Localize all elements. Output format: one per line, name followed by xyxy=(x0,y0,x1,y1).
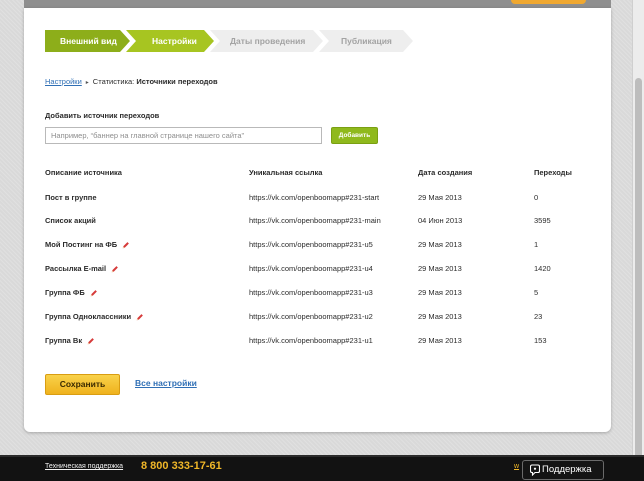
pencil-icon[interactable] xyxy=(111,265,119,273)
column-header-date: Дата создания xyxy=(418,168,473,177)
footer-divider xyxy=(0,455,644,457)
save-button[interactable]: Сохранить xyxy=(45,374,120,395)
chat-bubble-icon xyxy=(530,464,540,476)
source-hits: 153 xyxy=(534,336,547,345)
source-name: Список акций xyxy=(45,216,96,225)
footer-link-fragment[interactable]: w xyxy=(514,463,519,470)
source-hits: 0 xyxy=(534,193,539,202)
pencil-icon[interactable] xyxy=(90,289,98,297)
step-label: Публикация xyxy=(341,36,392,46)
source-name: Группа Вк xyxy=(45,336,95,345)
step-label: Внешний вид xyxy=(60,36,117,46)
support-button-label: Поддержка xyxy=(542,464,592,475)
source-date: 29 Мая 2013 xyxy=(418,312,462,321)
pencil-icon[interactable] xyxy=(87,337,95,345)
source-hits: 1 xyxy=(534,240,539,249)
breadcrumb-link-settings[interactable]: Настройки xyxy=(45,77,82,86)
pencil-icon[interactable] xyxy=(136,313,144,321)
source-name-input[interactable] xyxy=(45,127,322,144)
support-chat-button[interactable]: Поддержка xyxy=(522,460,604,480)
column-header-description: Описание источника xyxy=(45,168,122,177)
pencil-icon[interactable] xyxy=(122,241,130,249)
breadcrumb: Настройки ▸ Статистика: Источники переходо… xyxy=(45,77,218,86)
column-header-hits: Переходы xyxy=(534,168,572,177)
source-hits: 1420 xyxy=(534,264,551,273)
source-link: https://vk.com/openboomapp#231-start xyxy=(249,193,380,202)
vertical-scrollbar[interactable] xyxy=(632,0,644,458)
source-name-text: Группа ФБ xyxy=(45,288,85,297)
source-hits: 3595 xyxy=(534,216,551,225)
step-publication[interactable]: Публикация xyxy=(319,30,413,52)
source-link: https://vk.com/openboomapp#231-u3 xyxy=(249,288,373,297)
support-phone: 8 800 333-17-61 xyxy=(141,460,222,472)
source-name: Рассылка E-mail xyxy=(45,264,119,273)
all-settings-link[interactable]: Все настройки xyxy=(135,378,197,388)
source-name: Пост в группе xyxy=(45,193,97,202)
source-hits: 5 xyxy=(534,288,539,297)
source-name-text: Мой Постинг на ФБ xyxy=(45,240,118,249)
tech-support-link[interactable]: Техническая поддержка xyxy=(45,463,123,470)
source-date: 29 Мая 2013 xyxy=(418,240,462,249)
source-link: https://vk.com/openboomapp#231-u5 xyxy=(249,240,373,249)
source-name: Группа Одноклассники xyxy=(45,312,144,321)
source-name-text: Пост в группе xyxy=(45,193,97,202)
source-name-text: Рассылка E-mail xyxy=(45,264,107,273)
step-label: Настройки xyxy=(152,36,197,46)
source-name: Группа ФБ xyxy=(45,288,98,297)
source-link: https://vk.com/openboomapp#231-u4 xyxy=(249,264,373,273)
add-source-button[interactable]: Добавить xyxy=(331,127,378,144)
source-date: 04 Июн 2013 xyxy=(418,216,463,225)
scrollbar-thumb[interactable] xyxy=(635,78,642,458)
column-header-link: Уникальная ссылка xyxy=(249,168,323,177)
step-dates[interactable]: Даты проведения xyxy=(210,30,323,52)
source-date: 29 Мая 2013 xyxy=(418,336,462,345)
breadcrumb-section: Статистика: xyxy=(92,77,135,86)
step-appearance[interactable]: Внешний вид xyxy=(45,30,130,52)
source-date: 29 Мая 2013 xyxy=(418,193,462,202)
source-name-text: Группа Вк xyxy=(45,336,83,345)
source-name-text: Группа Одноклассники xyxy=(45,312,132,321)
source-hits: 23 xyxy=(534,312,543,321)
source-name: Мой Постинг на ФБ xyxy=(45,240,130,249)
source-link: https://vk.com/openboomapp#231-main xyxy=(249,216,381,225)
breadcrumb-separator-icon: ▸ xyxy=(85,80,89,86)
step-label: Даты проведения xyxy=(230,36,306,46)
add-source-label: Добавить источник переходов xyxy=(45,111,160,120)
source-name-text: Список акций xyxy=(45,216,96,225)
source-date: 29 Мая 2013 xyxy=(418,288,462,297)
breadcrumb-current: Источники переходов xyxy=(136,77,218,86)
source-link: https://vk.com/openboomapp#231-u1 xyxy=(249,336,373,345)
top-button-edge[interactable] xyxy=(511,0,586,4)
source-link: https://vk.com/openboomapp#231-u2 xyxy=(249,312,373,321)
source-date: 29 Мая 2013 xyxy=(418,264,462,273)
step-settings[interactable]: Настройки xyxy=(126,30,214,52)
